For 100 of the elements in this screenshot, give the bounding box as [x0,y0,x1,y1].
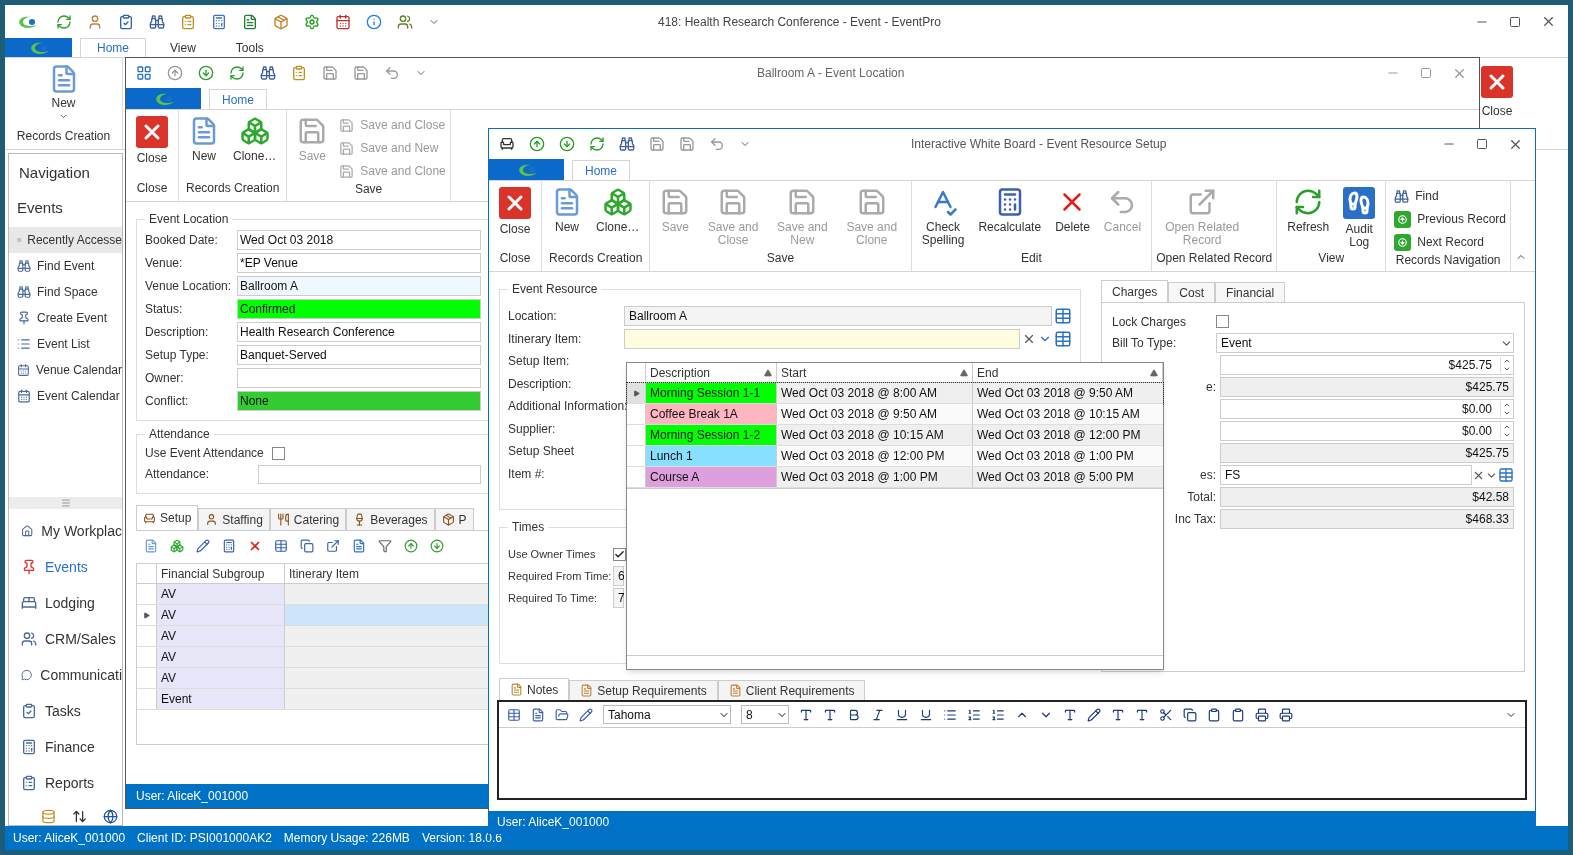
ribbon-button[interactable]: Close [130,116,174,165]
cut-icon[interactable] [1159,707,1173,722]
arrows-icon[interactable] [72,809,87,824]
spin-up-icon[interactable] [1503,401,1511,409]
tab[interactable]: Client Requirements [717,680,866,700]
ribbon-button[interactable]: Clone… [590,187,646,234]
input-field[interactable]: Health Research Conference [237,321,481,342]
module-item[interactable]: Communicati [9,657,122,693]
grid-icon[interactable] [136,65,152,81]
spin-field[interactable]: $425.75 [1220,355,1514,375]
sort-ascending-icon[interactable] [764,368,772,377]
input-field[interactable]: 6 [613,566,624,586]
info-icon[interactable] [366,13,382,30]
highlight-icon[interactable] [1087,707,1101,722]
paste-icon[interactable] [1207,707,1221,722]
folder-icon[interactable] [555,707,569,722]
tab[interactable]: Financial [1215,282,1286,302]
layout-icon[interactable] [507,707,521,722]
input-field[interactable]: Ballroom A [237,275,481,296]
module-item[interactable]: Reports [9,765,122,801]
lookup-icon[interactable] [1498,467,1514,483]
calendar-icon[interactable] [335,13,351,30]
ribbon-button[interactable]: Clone… [227,116,283,163]
document-icon[interactable] [352,539,366,553]
checklist-icon[interactable] [118,13,134,30]
lookup-icon[interactable] [1054,329,1072,348]
navigation-item[interactable]: Event Calendar [9,383,122,409]
ribbon-button[interactable]: Delete [1049,187,1096,234]
box-icon[interactable] [273,13,289,30]
input-field[interactable]: Banquet-Served [237,344,481,365]
save-icon[interactable] [679,136,695,152]
paste-special-icon[interactable] [1231,707,1245,722]
ribbon-button[interactable]: Refresh [1281,187,1336,234]
database-icon[interactable] [41,809,56,824]
grow-font-icon[interactable] [799,707,813,722]
input-field[interactable]: 7 [613,588,624,608]
bold-icon[interactable] [847,707,861,722]
clipboard-icon[interactable] [291,65,307,81]
checkbox[interactable] [271,446,285,460]
size-dropdown[interactable]: 8 [741,705,789,724]
tab[interactable]: Catering [269,508,347,530]
navigation-item[interactable]: Find Space [9,279,122,305]
delete-icon[interactable] [248,539,262,553]
cubes-icon[interactable] [170,539,184,553]
tab[interactable]: Staffing [198,508,270,530]
module-item[interactable]: My Workplac [9,513,122,549]
spin-field[interactable]: $0.00 [1220,421,1514,441]
navigation-item[interactable]: Find Event [9,253,122,279]
shrink-font-icon[interactable] [823,707,837,722]
navigation-item[interactable]: Create Event [9,305,122,331]
clipboard-icon[interactable] [180,13,196,30]
gear-icon[interactable] [304,13,320,30]
input-field[interactable] [624,328,1020,349]
italic-icon[interactable] [871,707,885,722]
font-color-icon[interactable] [1063,707,1077,722]
search-document-icon[interactable] [531,707,545,722]
filter-icon[interactable] [378,539,392,553]
input-field[interactable]: Ballroom A [624,305,1052,326]
binoculars-icon[interactable] [149,13,165,30]
ribbon-tab[interactable]: View [154,38,212,57]
save-icon[interactable] [649,136,665,152]
numbered-list-icon[interactable] [967,707,981,722]
maximize-icon[interactable] [1509,15,1521,28]
module-item[interactable]: Events [9,549,122,585]
module-item[interactable]: CRM/Sales [9,621,122,657]
new-button[interactable]: New [48,64,79,121]
splitter-handle-icon[interactable] [60,498,71,508]
column-header[interactable]: Itinerary Item [285,564,489,583]
people-icon[interactable] [397,13,413,30]
row-indicator[interactable] [627,383,646,403]
ribbon-tab[interactable]: Home [209,89,267,109]
input-field[interactable]: None [237,390,481,411]
ribbon-button[interactable]: Recalculate [972,187,1048,234]
maximize-icon[interactable] [1476,138,1488,150]
font-dropdown[interactable]: Tahoma [603,705,731,724]
input-field[interactable]: *EP Venue [237,252,481,273]
multilevel-list-icon[interactable] [991,707,1005,722]
refresh-icon[interactable] [56,13,72,30]
document-icon[interactable] [242,13,258,30]
module-item[interactable]: Lodging [9,585,122,621]
undo-icon[interactable] [709,136,725,152]
checkbox[interactable] [1216,315,1229,328]
sort-ascending-icon[interactable] [960,368,968,377]
navigation-item[interactable]: Event List [9,331,122,357]
undo-icon[interactable] [384,65,400,81]
spin-up-icon[interactable] [1503,357,1511,365]
tab[interactable]: Setup [136,505,199,530]
tab[interactable]: P [434,508,474,530]
lookup-icon[interactable] [1054,306,1072,325]
module-item[interactable]: Finance [9,729,122,765]
ribbon-button[interactable]: Audit Log [1337,187,1382,249]
ribbon-button[interactable]: Next Record [1394,233,1506,251]
calculator-icon[interactable] [222,539,236,553]
spin-field[interactable]: $0.00 [1220,399,1514,419]
tab[interactable]: Charges [1101,280,1169,302]
tab[interactable]: Setup Requirements [569,680,718,700]
sort-ascending-icon[interactable] [1150,368,1158,377]
navigation-item[interactable]: Venue Calendar [9,357,122,383]
spin-down-icon[interactable] [1503,409,1511,417]
tab[interactable]: Beverages [346,508,435,530]
